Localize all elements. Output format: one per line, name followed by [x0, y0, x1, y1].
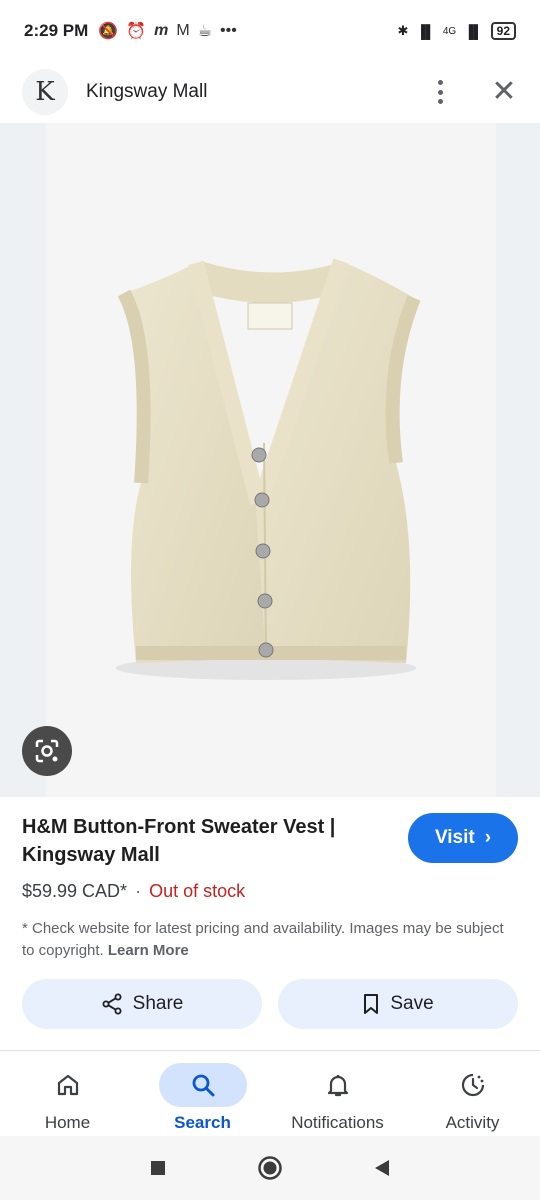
bluetooth-icon: ✱ [397, 23, 409, 38]
separator: · [135, 881, 142, 901]
learn-more-link[interactable]: Learn More [108, 942, 189, 959]
disclaimer-body: * Check website for latest pricing and a… [22, 920, 504, 959]
more-notifications-icon: ••• [220, 22, 237, 39]
bell-icon [294, 1063, 382, 1107]
status-bar: 2:29 PM 🔕 ⏰ m M ☕ ••• ✱ ▐▌ 4G ▐▌ 92 [0, 0, 540, 62]
search-icon [158, 1063, 247, 1107]
network-type: 4G [442, 25, 457, 37]
nav-notifications[interactable]: Notifications [270, 1051, 405, 1136]
battery-icon: 92 [490, 22, 516, 40]
mute-icon: 🔕 [98, 23, 119, 40]
nav-label-activity: Activity [445, 1113, 500, 1132]
app-m-icon: m [154, 22, 169, 39]
site-logo[interactable]: K [22, 69, 68, 115]
vest-illustration [116, 258, 421, 680]
nav-label-home: Home [44, 1113, 91, 1132]
home-circle-icon[interactable] [257, 1155, 283, 1181]
activity-icon [429, 1063, 517, 1107]
price-row: $59.99 CAD* · Out of stock [22, 881, 518, 902]
bottom-navigation: Home Search Notifications Activity [0, 1051, 540, 1136]
save-button[interactable]: Save [278, 979, 518, 1029]
nav-label-notifications: Notifications [291, 1113, 384, 1132]
home-icon [24, 1063, 112, 1107]
stock-status: Out of stock [149, 881, 246, 901]
gmail-icon: M [176, 22, 190, 39]
action-row: Share Save [22, 979, 518, 1029]
system-navigation-bar [0, 1136, 540, 1200]
recents-icon[interactable] [149, 1159, 167, 1177]
nav-search[interactable]: Search [135, 1051, 270, 1136]
google-lens-button[interactable] [22, 726, 72, 776]
result-header: K Kingsway Mall ✕ [0, 62, 540, 122]
share-label: Share [132, 993, 184, 1014]
visit-label: Visit [434, 827, 475, 848]
status-time: 2:29 PM [24, 21, 89, 40]
product-image-area[interactable] [0, 123, 540, 797]
close-icon[interactable]: ✕ [490, 77, 518, 107]
lens-icon [35, 739, 59, 763]
more-options-icon[interactable] [430, 78, 450, 106]
product-title[interactable]: H&M Button-Front Sweater Vest | Kingsway… [22, 813, 382, 869]
product-image[interactable] [46, 123, 496, 797]
product-price: $59.99 CAD* [22, 881, 128, 901]
nav-activity[interactable]: Activity [405, 1051, 540, 1136]
signal-icon-2: ▐▌ [464, 23, 483, 39]
notification-icons: 🔕 ⏰ m M ☕ ••• [98, 21, 237, 41]
back-icon[interactable] [373, 1158, 391, 1178]
nav-home[interactable]: Home [0, 1051, 135, 1136]
save-label: Save [390, 993, 434, 1014]
share-button[interactable]: Share [22, 979, 262, 1029]
cup-icon: ☕ [197, 23, 212, 40]
chevron-right-icon: › [484, 827, 492, 848]
product-info: H&M Button-Front Sweater Vest | Kingsway… [0, 797, 540, 962]
disclaimer-text: * Check website for latest pricing and a… [22, 918, 518, 962]
status-right: ✱ ▐▌ 4G ▐▌ 92 [398, 22, 516, 40]
site-name[interactable]: Kingsway Mall [86, 81, 207, 103]
visit-button[interactable]: Visit › [408, 813, 518, 863]
signal-icon: ▐▌ [416, 23, 435, 39]
bookmark-icon [364, 994, 379, 1014]
alarm-icon: ⏰ [126, 23, 147, 40]
share-icon [102, 993, 122, 1015]
nav-label-search: Search [174, 1113, 231, 1132]
